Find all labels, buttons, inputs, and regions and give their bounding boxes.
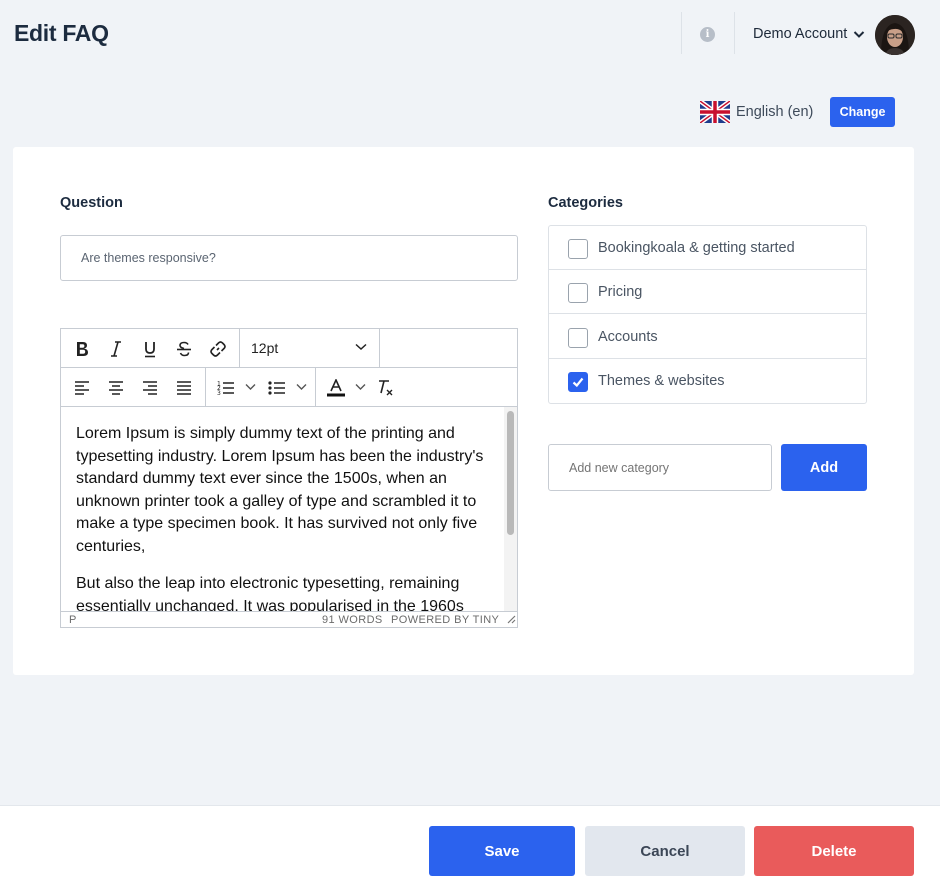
question-heading: Question	[60, 195, 123, 211]
powered-by-link[interactable]: POWERED BY TINY	[391, 614, 499, 626]
divider	[681, 12, 682, 54]
checkbox-checked[interactable]	[568, 372, 588, 392]
category-label: Bookingkoala & getting started	[598, 240, 795, 256]
editor-paragraph: But also the leap into electronic typese…	[76, 575, 464, 611]
add-category-button[interactable]: Add	[781, 444, 867, 491]
align-justify-icon[interactable]	[170, 375, 198, 401]
word-count: 91 WORDS	[322, 614, 383, 626]
category-label: Pricing	[598, 284, 643, 300]
user-avatar-icon	[875, 15, 915, 55]
scrollbar-thumb[interactable]	[507, 411, 514, 535]
chevron-down-icon[interactable]	[296, 383, 307, 391]
toolbar-separator	[239, 329, 240, 367]
align-right-icon[interactable]	[136, 375, 164, 401]
avatar[interactable]	[875, 15, 915, 55]
delete-button[interactable]: Delete	[754, 826, 914, 876]
font-size-select[interactable]: 12pt	[251, 340, 278, 356]
divider	[734, 12, 735, 54]
editor-statusbar: P 91 WORDS POWERED BY TINY	[61, 611, 517, 627]
link-icon[interactable]	[204, 336, 232, 362]
category-item[interactable]: Accounts	[549, 315, 866, 359]
resize-handle-icon[interactable]	[507, 615, 516, 624]
editor-scrollbar[interactable]	[504, 407, 517, 611]
toolbar-separator	[315, 368, 316, 406]
new-category-input[interactable]	[548, 444, 772, 491]
page-title: Edit FAQ	[14, 20, 109, 46]
checkbox[interactable]	[568, 328, 588, 348]
italic-icon[interactable]	[102, 336, 130, 362]
checkbox[interactable]	[568, 283, 588, 303]
account-menu[interactable]: Demo Account	[753, 26, 847, 42]
category-item[interactable]: Pricing	[549, 270, 866, 314]
element-path[interactable]: P	[69, 614, 77, 626]
faq-form-card: Question 12pt	[13, 147, 914, 675]
svg-text:3: 3	[217, 390, 221, 396]
category-item[interactable]: Bookingkoala & getting started	[549, 226, 866, 270]
chevron-down-icon[interactable]	[853, 30, 865, 39]
editor-content[interactable]: Lorem Ipsum is simply dummy text of the …	[61, 407, 502, 611]
action-footer: Save Cancel Delete	[0, 805, 940, 891]
uk-flag-icon	[700, 101, 730, 123]
toolbar-separator	[205, 368, 206, 406]
editor-paragraph: Lorem Ipsum is simply dummy text of the …	[76, 425, 484, 555]
underline-icon[interactable]	[136, 336, 164, 362]
align-center-icon[interactable]	[102, 375, 130, 401]
answer-editor: 12pt 123 Lorem Ipsum is simply dummy tex…	[60, 328, 518, 628]
categories-list: Bookingkoala & getting started Pricing A…	[548, 225, 867, 404]
category-label: Accounts	[598, 329, 658, 345]
categories-heading: Categories	[548, 195, 623, 211]
chevron-down-icon[interactable]	[355, 343, 367, 351]
chevron-down-icon[interactable]	[245, 383, 256, 391]
toolbar-separator	[379, 329, 380, 367]
checkbox[interactable]	[568, 239, 588, 259]
text-color-icon[interactable]	[322, 375, 350, 401]
save-button[interactable]: Save	[429, 826, 575, 876]
clear-formatting-icon[interactable]	[372, 375, 400, 401]
category-label: Themes & websites	[598, 373, 725, 389]
bold-icon[interactable]	[68, 336, 96, 362]
change-language-button[interactable]: Change	[830, 97, 895, 127]
align-left-icon[interactable]	[68, 375, 96, 401]
checkmark-icon	[572, 377, 584, 388]
language-label: English (en)	[736, 104, 814, 120]
info-icon[interactable]: i	[700, 27, 715, 42]
editor-toolbar-row: 12pt	[61, 329, 517, 368]
question-input[interactable]	[60, 235, 518, 281]
top-bar: Edit FAQ i Demo Account	[0, 0, 940, 70]
strikethrough-icon[interactable]	[170, 336, 198, 362]
chevron-down-icon[interactable]	[355, 383, 366, 391]
category-item[interactable]: Themes & websites	[549, 359, 866, 403]
numbered-list-icon[interactable]: 123	[212, 375, 240, 401]
editor-toolbar-row: 123	[61, 368, 517, 407]
cancel-button[interactable]: Cancel	[585, 826, 745, 876]
bullet-list-icon[interactable]	[263, 375, 291, 401]
